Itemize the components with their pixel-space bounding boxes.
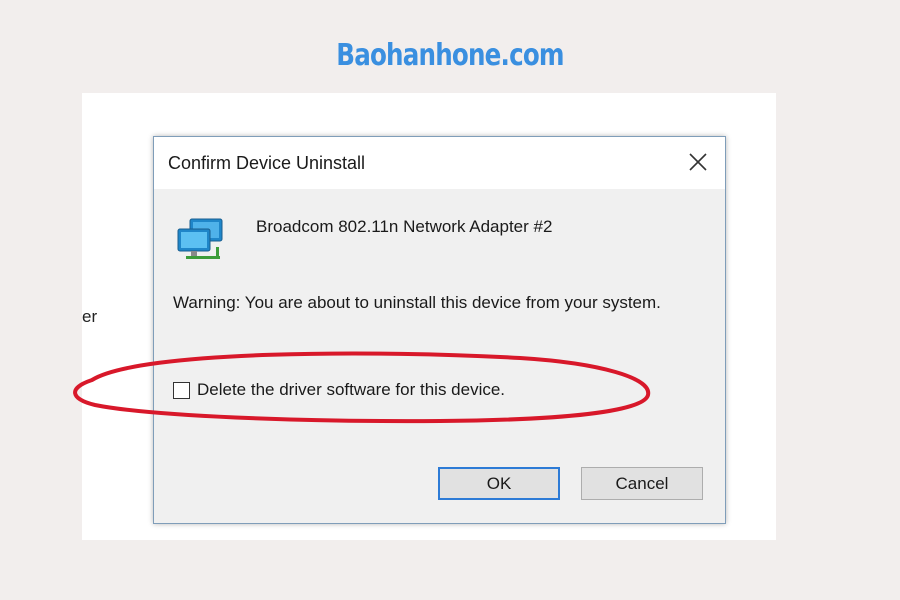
network-adapter-icon — [174, 215, 228, 263]
cancel-button[interactable]: Cancel — [581, 467, 703, 500]
dialog-title: Confirm Device Uninstall — [168, 153, 366, 173]
background-window-text: er — [82, 307, 98, 326]
site-brand: Baohanhone.com — [336, 38, 564, 73]
device-name: Broadcom 802.11n Network Adapter #2 — [256, 217, 553, 236]
warning-message: Warning: You are about to uninstall this… — [173, 293, 661, 312]
confirm-uninstall-dialog: Confirm Device Uninstall Broadcom 802.11… — [153, 136, 726, 524]
delete-driver-checkbox[interactable]: Delete the driver software for this devi… — [173, 379, 505, 401]
delete-driver-label[interactable]: Delete the driver software for this devi… — [197, 380, 505, 400]
close-icon[interactable] — [685, 149, 711, 175]
checkbox-box[interactable] — [173, 381, 190, 399]
dialog-titlebar: Confirm Device Uninstall — [154, 137, 725, 189]
ok-button[interactable]: OK — [438, 467, 560, 500]
screenshot-area: er Confirm Device Uninstall Broadcom 802… — [82, 93, 776, 540]
